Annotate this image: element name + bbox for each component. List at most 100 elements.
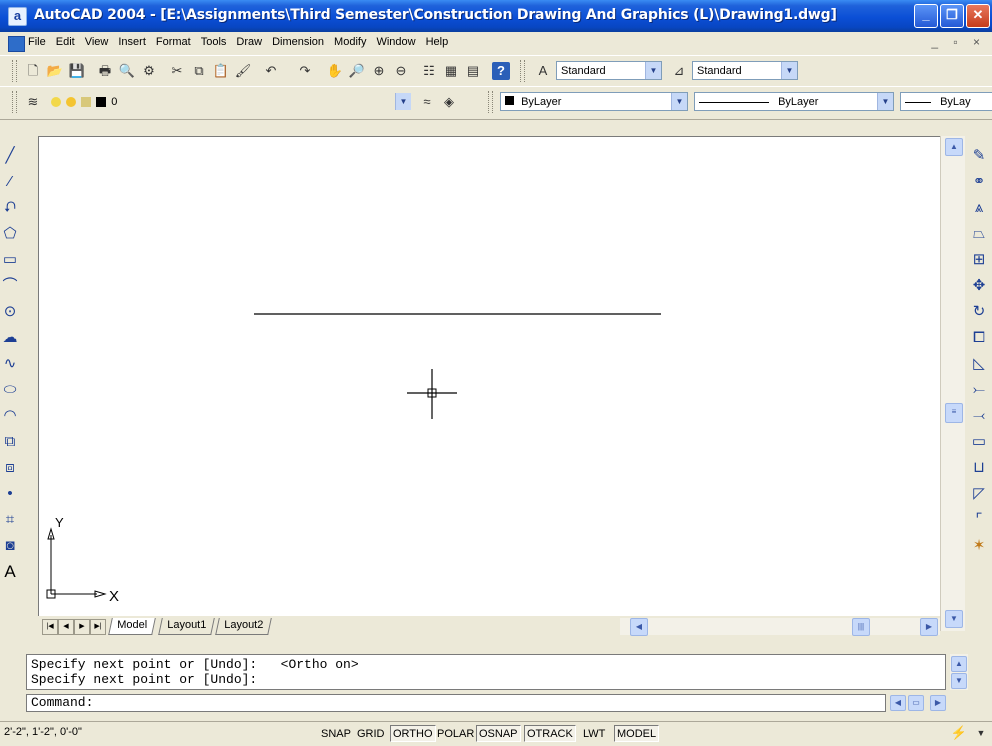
construction-line-icon[interactable]: ⁄ bbox=[0, 171, 20, 193]
stretch-icon[interactable]: ◺ bbox=[966, 353, 992, 375]
zoom-previous-icon[interactable]: ⊖ bbox=[392, 62, 410, 80]
offset-icon[interactable]: ⏢ bbox=[966, 223, 992, 245]
horizontal-scrollbar[interactable]: ◀ ||| ▶ bbox=[620, 618, 940, 636]
zoom-window-icon[interactable]: ⊕ bbox=[370, 62, 388, 80]
match-properties-icon[interactable]: 🖌 bbox=[234, 62, 252, 80]
publish-icon[interactable]: ⚙ bbox=[140, 62, 158, 80]
toolbar-grip[interactable] bbox=[12, 91, 17, 113]
pan-icon[interactable]: ✋ bbox=[326, 62, 344, 80]
lineweight-dropdown[interactable]: ByLay bbox=[900, 92, 992, 111]
chevron-down-icon[interactable]: ▼ bbox=[671, 93, 687, 110]
chamfer-icon[interactable]: ◸ bbox=[966, 483, 992, 505]
fillet-icon[interactable]: ⌜ bbox=[966, 509, 992, 531]
properties-icon[interactable]: ☷ bbox=[420, 62, 438, 80]
scroll-up-button[interactable]: ▲ bbox=[951, 656, 967, 672]
menu-file[interactable]: File bbox=[28, 36, 46, 48]
design-center-icon[interactable]: ▦ bbox=[442, 62, 460, 80]
explode-icon[interactable]: ✶ bbox=[966, 535, 992, 557]
break-icon[interactable]: ⊔ bbox=[966, 457, 992, 479]
next-tab-button[interactable]: ▶ bbox=[74, 619, 90, 635]
scroll-left-button[interactable]: ◀ bbox=[630, 618, 648, 636]
mdi-controls[interactable]: _ ▫ × bbox=[931, 35, 986, 49]
horizontal-scroll-thumb[interactable]: ||| bbox=[852, 618, 870, 636]
copy-object-icon[interactable]: ⚭ bbox=[966, 171, 992, 193]
help-icon[interactable]: ? bbox=[492, 62, 510, 80]
scroll-up-button[interactable]: ▲ bbox=[945, 138, 963, 156]
layer-manager-icon[interactable]: ≋ bbox=[24, 93, 42, 111]
status-menu-chevron-down-icon[interactable]: ▼ bbox=[972, 724, 990, 742]
text-style-icon[interactable]: A bbox=[534, 62, 552, 80]
layer-previous-icon[interactable]: ◈ bbox=[440, 93, 458, 111]
toolbar-grip[interactable] bbox=[520, 60, 525, 82]
trim-icon[interactable]: ⤚ bbox=[966, 379, 992, 401]
scroll-right-button[interactable]: ▶ bbox=[930, 695, 946, 711]
undo-icon[interactable]: ↶ bbox=[262, 62, 280, 80]
menu-insert[interactable]: Insert bbox=[118, 36, 146, 48]
rectangle-icon[interactable]: ▭ bbox=[0, 249, 20, 271]
multiline-text-icon[interactable]: A bbox=[0, 561, 20, 583]
minimize-button[interactable]: _ bbox=[914, 4, 938, 28]
polyline-icon[interactable]: ⮏ bbox=[0, 197, 20, 219]
scroll-down-button[interactable]: ▼ bbox=[945, 610, 963, 628]
otrack-toggle[interactable]: OTRACK bbox=[524, 725, 576, 742]
model-toggle[interactable]: MODEL bbox=[614, 725, 660, 742]
arc-icon[interactable]: ⌒ bbox=[0, 275, 20, 297]
array-icon[interactable]: ⊞ bbox=[966, 249, 992, 271]
vertical-scrollbar[interactable]: ▲ ≡ ▼ bbox=[940, 136, 965, 631]
drawing-area[interactable]: X Y bbox=[38, 136, 942, 618]
color-dropdown[interactable]: ByLayer ▼ bbox=[500, 92, 688, 111]
menu-edit[interactable]: Edit bbox=[56, 36, 75, 48]
scroll-down-button[interactable]: ▼ bbox=[951, 673, 967, 689]
tab-layout2[interactable]: Layout2 bbox=[215, 618, 272, 635]
make-object-layer-current-icon[interactable]: ≈ bbox=[418, 93, 436, 111]
text-style-dropdown[interactable]: Standard ▼ bbox=[556, 61, 662, 80]
previous-tab-button[interactable]: ◀ bbox=[58, 619, 74, 635]
rotate-icon[interactable]: ↻ bbox=[966, 301, 992, 323]
open-icon[interactable]: 📂 bbox=[46, 62, 64, 80]
make-block-icon[interactable]: ⧈ bbox=[0, 457, 20, 479]
layer-dropdown[interactable]: 0 ▼ bbox=[46, 92, 412, 111]
revision-cloud-icon[interactable]: ☁ bbox=[0, 327, 20, 349]
tab-layout1[interactable]: Layout1 bbox=[158, 618, 215, 635]
menu-view[interactable]: View bbox=[85, 36, 109, 48]
spline-icon[interactable]: ∿ bbox=[0, 353, 20, 375]
chevron-down-icon[interactable]: ▼ bbox=[395, 93, 411, 110]
menu-window[interactable]: Window bbox=[376, 36, 415, 48]
redo-icon[interactable]: ↷ bbox=[296, 62, 314, 80]
polygon-icon[interactable]: ⬠ bbox=[0, 223, 20, 245]
hatch-icon[interactable]: ⌗ bbox=[0, 509, 20, 531]
last-tab-button[interactable]: ▶| bbox=[90, 619, 106, 635]
snap-toggle[interactable]: SNAP bbox=[318, 725, 354, 742]
grid-toggle[interactable]: GRID bbox=[354, 725, 388, 742]
scroll-left-button[interactable]: ◀ bbox=[890, 695, 906, 711]
line-icon[interactable]: ╱ bbox=[0, 145, 20, 167]
tool-palettes-icon[interactable]: ▤ bbox=[464, 62, 482, 80]
scale-icon[interactable]: ⧠ bbox=[966, 327, 992, 349]
coordinate-display[interactable]: 2'-2", 1'-2", 0'-0" bbox=[4, 726, 82, 738]
move-icon[interactable]: ✥ bbox=[966, 275, 992, 297]
ellipse-icon[interactable]: ⬭ bbox=[0, 379, 20, 401]
menu-dimension[interactable]: Dimension bbox=[272, 36, 324, 48]
autocad-app-icon[interactable]: a bbox=[8, 7, 27, 26]
extend-icon[interactable]: ⤙ bbox=[966, 405, 992, 427]
new-icon[interactable]: 🗋 bbox=[24, 62, 42, 80]
toolbar-grip[interactable] bbox=[488, 91, 493, 113]
dimension-style-icon[interactable]: ⊿ bbox=[670, 62, 688, 80]
command-scrollbar[interactable]: ▲ ▼ bbox=[950, 654, 968, 690]
region-icon[interactable]: ◙ bbox=[0, 535, 20, 557]
erase-icon[interactable]: ✎ bbox=[966, 145, 992, 167]
menu-format[interactable]: Format bbox=[156, 36, 191, 48]
command-scroll-thumb[interactable]: ▭ bbox=[908, 695, 924, 711]
tab-model[interactable]: Model bbox=[108, 618, 156, 635]
menu-help[interactable]: Help bbox=[426, 36, 449, 48]
dimension-style-dropdown[interactable]: Standard ▼ bbox=[692, 61, 798, 80]
chevron-down-icon[interactable]: ▼ bbox=[645, 62, 661, 79]
close-button[interactable]: ✕ bbox=[966, 4, 990, 28]
ortho-toggle[interactable]: ORTHO bbox=[390, 725, 436, 742]
cut-icon[interactable]: ✂ bbox=[168, 62, 186, 80]
communication-center-icon[interactable]: ⚡ bbox=[950, 724, 968, 742]
vertical-scroll-thumb[interactable]: ≡ bbox=[945, 403, 963, 423]
insert-block-icon[interactable]: ⧉ bbox=[0, 431, 20, 453]
break-at-point-icon[interactable]: ▭ bbox=[966, 431, 992, 453]
mirror-icon[interactable]: ⩓ bbox=[966, 197, 992, 219]
